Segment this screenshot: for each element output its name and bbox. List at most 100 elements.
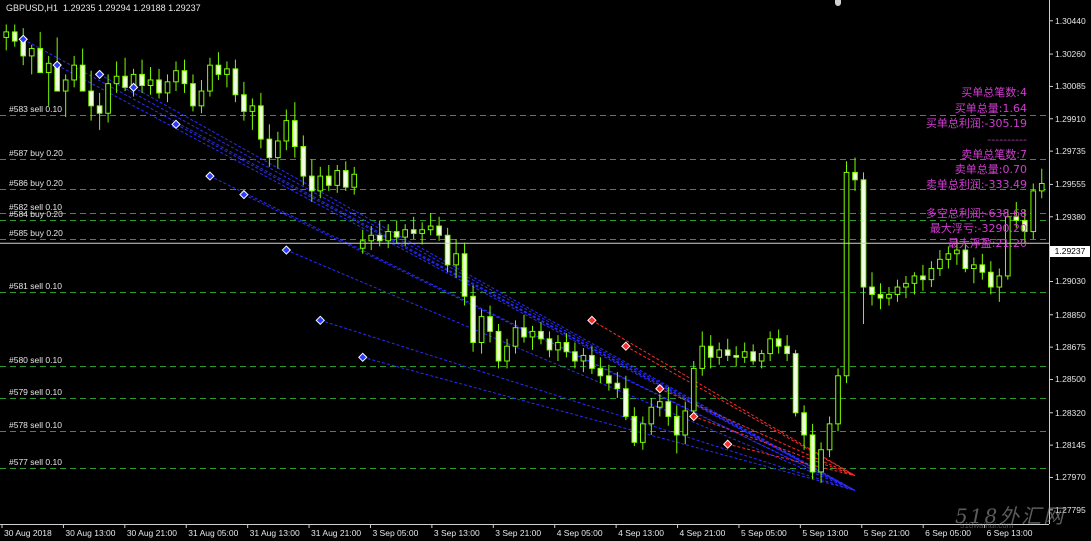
- candle-body: [572, 351, 578, 362]
- candle-body: [801, 412, 807, 436]
- candle-body: [733, 354, 740, 358]
- time-axis-label: 5 Sep 21:00: [863, 528, 910, 538]
- buy-open-marker[interactable]: [205, 171, 215, 181]
- time-axis-label: 5 Sep 13:00: [802, 528, 849, 538]
- candle: [385, 224, 392, 249]
- candle-body: [665, 401, 672, 417]
- candle-body: [656, 401, 663, 408]
- candle: [758, 349, 765, 369]
- time-axis-label: 3 Sep 13:00: [433, 528, 480, 538]
- candle: [164, 74, 171, 103]
- candle: [258, 92, 264, 149]
- candle-body: [673, 415, 680, 436]
- candle-body: [750, 351, 757, 362]
- candle: [809, 423, 816, 480]
- price-axis-label: 1.28145: [1055, 440, 1086, 451]
- candle-body: [928, 268, 935, 281]
- sell-open-marker[interactable]: [587, 315, 597, 326]
- trading-chart[interactable]: GBPUSD,H1 1.29235 1.29294 1.29188 1.2923…: [0, 0, 1091, 541]
- candle: [792, 349, 799, 417]
- chart-plot-area[interactable]: [0, 0, 1091, 541]
- candle: [325, 165, 332, 191]
- price-axis-label: 1.29910: [1055, 113, 1086, 124]
- candle-body: [105, 83, 111, 114]
- candle: [979, 253, 986, 280]
- candle: [826, 416, 833, 458]
- stat-net-profit: 多空总利润:-638.68: [925, 207, 1027, 220]
- candle-body: [368, 234, 375, 242]
- candle-body: [258, 105, 264, 140]
- candle-body: [410, 229, 417, 234]
- candle: [690, 360, 697, 419]
- price-axis-label: 1.28850: [1055, 309, 1086, 320]
- time-axis-label: 31 Aug 21:00: [311, 528, 362, 538]
- candle: [529, 325, 536, 350]
- candle-body: [164, 81, 171, 94]
- sell-open-marker[interactable]: [621, 341, 631, 351]
- buy-open-marker[interactable]: [358, 352, 368, 363]
- candle-body: [181, 70, 188, 85]
- price-axis-label: 1.27970: [1055, 472, 1086, 483]
- sell-trade-link: [659, 388, 856, 477]
- candle: [291, 102, 298, 158]
- buy-open-marker[interactable]: [281, 245, 292, 255]
- time-axis-label: 4 Sep 13:00: [618, 528, 664, 538]
- time-axis-label: 31 Aug 13:00: [249, 528, 300, 538]
- price-axis-label: 1.28500: [1055, 374, 1086, 385]
- price-axis-label: 1.30085: [1055, 81, 1086, 92]
- time-axis-label: 5 Sep 05:00: [740, 528, 787, 538]
- buy-open-marker[interactable]: [315, 315, 326, 326]
- buy-open-marker[interactable]: [94, 69, 105, 80]
- time-axis-label: 30 Aug 21:00: [126, 528, 177, 538]
- buy-trade-link: [133, 86, 856, 491]
- candle-body: [147, 79, 154, 87]
- candle-body: [529, 330, 536, 338]
- candle-body: [937, 258, 943, 270]
- candle: [173, 61, 179, 92]
- buy-trade-link: [175, 123, 856, 491]
- candle-body: [512, 327, 519, 347]
- candle: [308, 159, 315, 202]
- candle: [232, 59, 239, 103]
- candle-body: [962, 249, 969, 270]
- buy-open-marker[interactable]: [239, 189, 249, 200]
- buy-trade-link: [22, 38, 856, 491]
- candle: [249, 98, 256, 130]
- order-line-label: #581 sell 0.10: [9, 280, 62, 291]
- candle-body: [945, 253, 952, 260]
- candle: [317, 166, 324, 199]
- candle: [563, 333, 570, 358]
- candle-body: [987, 271, 994, 288]
- current-price-tag: 1.29237: [1050, 246, 1090, 257]
- candle: [597, 357, 604, 384]
- candle-body: [707, 345, 714, 358]
- sell-open-marker[interactable]: [722, 439, 733, 449]
- candle: [928, 261, 935, 288]
- candle: [37, 31, 44, 74]
- candle: [359, 229, 366, 254]
- price-axis-label: 1.29380: [1055, 211, 1086, 222]
- time-axis-label: 30 Aug 13:00: [65, 528, 116, 538]
- candle: [224, 61, 230, 88]
- candle: [580, 348, 587, 373]
- candle-body: [359, 240, 366, 249]
- order-line-label: #583 sell 0.10: [9, 103, 62, 114]
- candle: [28, 44, 35, 75]
- candle-body: [249, 105, 256, 112]
- candle: [724, 338, 731, 361]
- order-line-label: #585 buy 0.20: [9, 227, 63, 238]
- candle: [334, 165, 341, 193]
- candle: [733, 346, 740, 367]
- candle-body: [453, 253, 459, 266]
- candle-body: [639, 423, 646, 443]
- candle: [784, 335, 790, 361]
- candle: [215, 52, 222, 80]
- candle-body: [317, 175, 324, 192]
- candle-body: [470, 295, 476, 344]
- candle: [750, 344, 757, 365]
- candle: [911, 272, 918, 295]
- candle: [801, 405, 807, 450]
- chart-scroll-marker-icon[interactable]: [835, 0, 841, 6]
- candle: [241, 81, 247, 121]
- candle: [707, 335, 714, 369]
